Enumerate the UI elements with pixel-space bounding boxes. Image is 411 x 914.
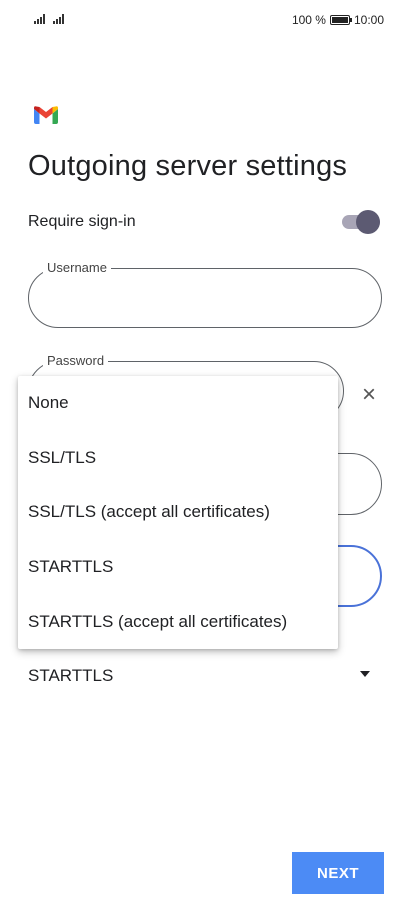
require-signin-label: Require sign-in — [28, 213, 136, 230]
status-bar: 100 % 10:00 — [0, 0, 411, 40]
security-type-value: STARTTLS — [28, 666, 114, 685]
dropdown-option-ssl-tls-accept-all[interactable]: SSL/TLS (accept all certificates) — [18, 485, 338, 540]
signal-strength-icon — [53, 14, 64, 24]
close-icon[interactable]: × — [358, 383, 380, 407]
battery-icon — [329, 15, 352, 25]
page-title: Outgoing server settings — [28, 150, 348, 182]
dropdown-option-ssl-tls[interactable]: SSL/TLS — [18, 431, 338, 486]
signal-indicators — [34, 14, 64, 24]
username-field[interactable]: Username — [28, 260, 382, 328]
security-type-dropdown: None SSL/TLS SSL/TLS (accept all certifi… — [18, 376, 338, 649]
dropdown-option-none[interactable]: None — [18, 376, 338, 431]
next-button[interactable]: NEXT — [292, 852, 384, 894]
dropdown-option-starttls-accept-all[interactable]: STARTTLS (accept all certificates) — [18, 594, 338, 649]
gmail-logo-icon — [34, 106, 58, 124]
username-label: Username — [43, 260, 111, 276]
battery-percent: 100 % — [291, 13, 326, 27]
clock: 10:00 — [353, 13, 384, 27]
caret-down-icon — [360, 671, 370, 677]
require-signin-toggle[interactable] — [342, 210, 380, 234]
signal-strength-icon — [34, 14, 45, 24]
dropdown-option-starttls[interactable]: STARTTLS — [18, 540, 338, 595]
toggle-knob — [356, 210, 380, 234]
security-type-select[interactable]: STARTTLS — [28, 660, 382, 692]
password-label: Password — [43, 353, 109, 369]
require-signin-row: Require sign-in — [28, 210, 382, 234]
